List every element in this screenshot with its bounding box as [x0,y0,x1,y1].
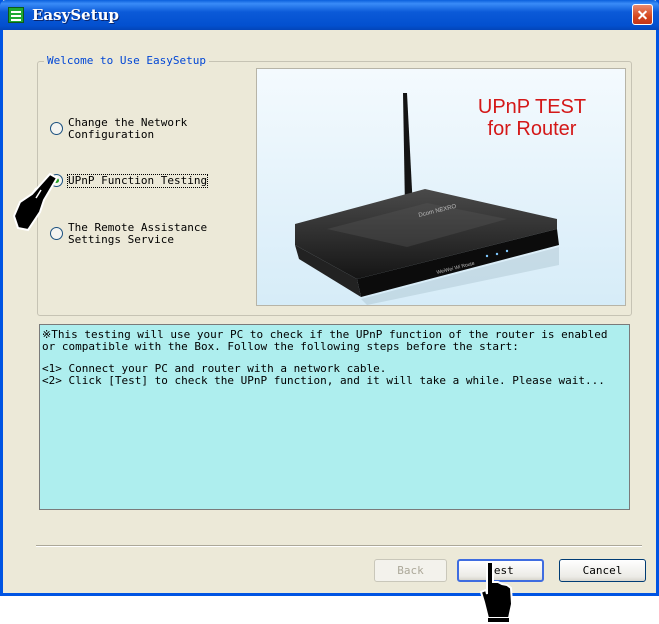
radio-circle[interactable] [50,122,63,135]
info-textbox[interactable]: ※This testing will use your PC to check … [39,324,630,510]
footer-separator [36,545,642,547]
router-image: UPnP TEST for Router Dcom NEXRO WeiWei W… [256,68,626,306]
radio-upnp-testing[interactable]: UPnP Function Testing [50,166,250,198]
radio-label: UPnP Function Testing [66,174,209,188]
pointing-hand-icon [12,172,59,232]
info-paragraph-2: <1> Connect your PC and router with a ne… [42,362,605,387]
close-button[interactable] [632,4,653,25]
radio-label: The Remote Assistance Settings Service [68,221,208,246]
app-icon [8,7,24,23]
window-title: EasySetup [32,6,120,24]
router-illustration: Dcom NEXRO WeiWei Wi Route [295,93,559,305]
group-label: Welcome to Use EasySetup [44,54,209,67]
cancel-button[interactable]: Cancel [559,559,646,582]
pointing-hand-icon [479,561,514,622]
title-bar[interactable]: EasySetup [0,0,659,30]
easysetup-window: EasySetup Welcome to Use EasySetup Chang… [0,0,659,596]
back-button[interactable]: Back [374,559,447,582]
radio-change-network[interactable]: Change the Network Configuration [50,114,250,146]
radio-remote-assistance[interactable]: The Remote Assistance Settings Service [50,219,250,251]
radio-label: Change the Network Configuration [68,116,188,141]
info-paragraph-1: ※This testing will use your PC to check … [42,328,615,353]
